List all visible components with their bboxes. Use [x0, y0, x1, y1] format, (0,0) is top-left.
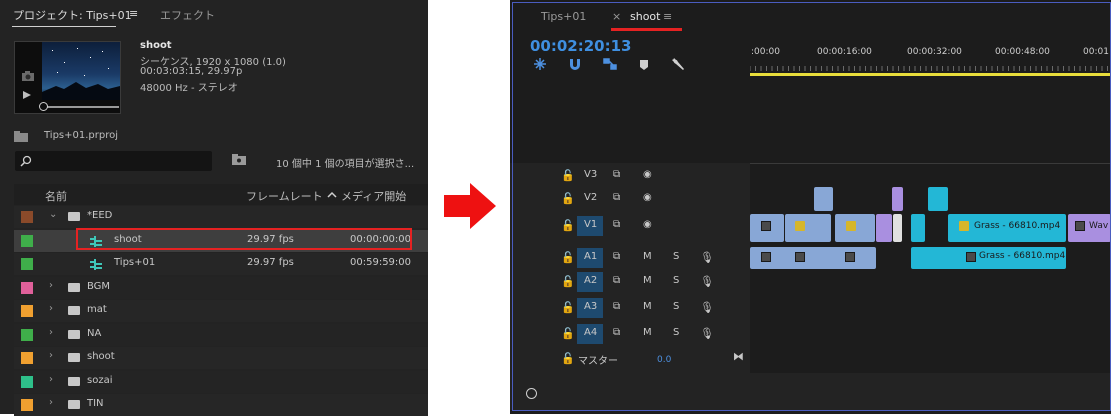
clip-name: shoot — [140, 40, 172, 51]
bin-row[interactable]: › shoot — [14, 347, 428, 369]
tab-project[interactable]: プロジェクト: Tips+01 — [13, 7, 132, 23]
new-bin-from-search-icon[interactable] — [232, 154, 246, 166]
project-file-name: Tips+01.prproj — [44, 130, 119, 141]
bin-row[interactable]: ⌄ *EED — [14, 206, 428, 228]
panel-focus-border — [512, 2, 1111, 411]
chevron-right-icon[interactable]: › — [49, 374, 53, 385]
play-icon[interactable] — [22, 90, 32, 100]
search-icon — [20, 155, 32, 167]
folder-icon — [68, 282, 80, 292]
label-color-swatch[interactable] — [21, 375, 33, 388]
folder-icon — [68, 353, 80, 362]
chevron-right-icon[interactable]: › — [49, 280, 53, 291]
item-name: Tips+01 — [114, 257, 156, 268]
camera-icon[interactable] — [21, 70, 35, 82]
item-name: *EED — [87, 210, 113, 221]
chevron-right-icon[interactable]: › — [49, 350, 53, 361]
folder-icon — [68, 376, 80, 386]
folder-icon — [68, 329, 80, 339]
item-name: sozai — [87, 374, 113, 386]
active-tab-underline — [12, 26, 116, 27]
selection-count: 10 個中 1 個の項目が選択さ... — [276, 159, 415, 170]
folder-icon — [68, 306, 80, 315]
thumbnail-scrub-handle[interactable] — [39, 102, 48, 111]
chevron-right-icon[interactable]: › — [49, 303, 53, 314]
label-color-swatch[interactable] — [21, 305, 33, 317]
item-name: shoot — [87, 351, 115, 362]
panel-menu-icon[interactable]: ≡ — [129, 7, 138, 20]
label-color-swatch[interactable] — [21, 234, 33, 247]
chevron-right-icon[interactable]: › — [49, 327, 53, 338]
search-input[interactable] — [15, 151, 212, 171]
thumbnail-image — [42, 42, 120, 100]
folder-icon — [68, 400, 80, 409]
bin-row[interactable]: › sozai — [14, 370, 428, 393]
highlight-box — [76, 228, 412, 250]
label-color-swatch[interactable] — [21, 328, 33, 341]
bin-row[interactable]: › TIN — [14, 394, 428, 416]
item-name: mat — [87, 304, 107, 315]
clip-duration-info: 00:03:03:15, 29.97p — [140, 66, 243, 77]
sequence-row[interactable]: Tips+01 29.97 fps 00:59:59:00 — [14, 253, 428, 275]
bin-row[interactable]: › BGM — [14, 276, 428, 299]
bin-row[interactable]: › NA — [14, 323, 428, 346]
label-color-swatch[interactable] — [21, 258, 33, 270]
item-name: BGM — [87, 280, 111, 292]
tab-effects[interactable]: エフェクト — [160, 7, 215, 23]
bin-row[interactable]: › mat — [14, 300, 428, 322]
sequence-icon — [90, 259, 102, 270]
column-framerate[interactable]: フレームレート — [246, 188, 323, 204]
clip-audio-info: 48000 Hz - ステレオ — [140, 83, 238, 94]
label-color-swatch[interactable] — [21, 211, 33, 223]
item-framerate: 29.97 fps — [247, 257, 294, 268]
item-media-start: 00:59:59:00 — [350, 257, 412, 268]
folder-icon — [68, 212, 80, 221]
item-name: TIN — [87, 398, 104, 409]
chevron-down-icon[interactable]: ⌄ — [49, 209, 57, 220]
label-color-swatch[interactable] — [21, 281, 33, 294]
clip-thumbnail — [14, 41, 121, 114]
arrow-right-icon — [444, 183, 496, 229]
label-color-swatch[interactable] — [21, 352, 33, 364]
label-color-swatch[interactable] — [21, 399, 33, 411]
column-media-start[interactable]: メディア開始 — [341, 188, 406, 204]
sort-ascending-icon[interactable] — [327, 191, 337, 198]
project-bin-icon — [14, 131, 28, 142]
item-name: NA — [87, 327, 102, 339]
thumbnail-scrub-bar[interactable] — [43, 106, 119, 108]
column-name[interactable]: 名前 — [45, 188, 67, 204]
chevron-right-icon[interactable]: › — [49, 397, 53, 408]
